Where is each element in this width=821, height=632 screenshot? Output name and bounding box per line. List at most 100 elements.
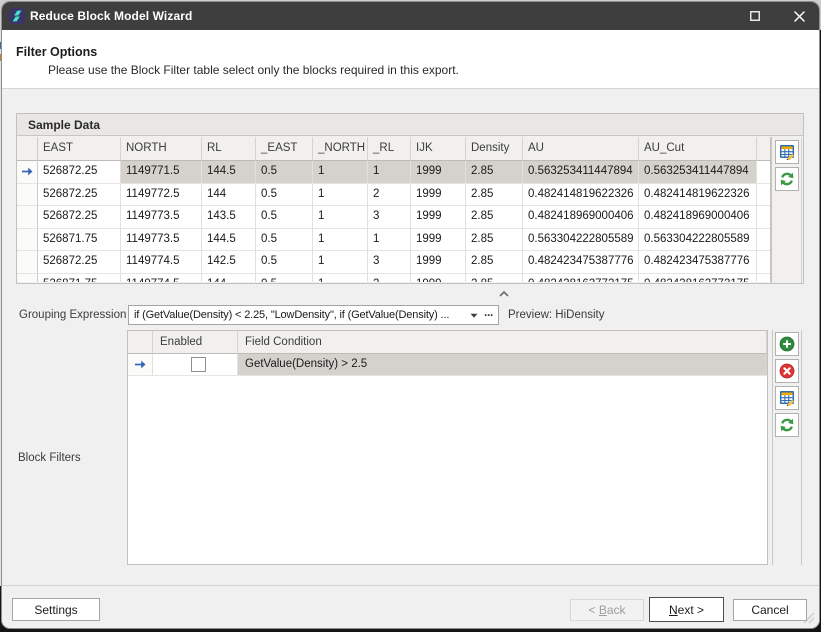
cell-AU_Cut[interactable]: 0.563304222805589 [639, 229, 757, 252]
column-header-IJK[interactable]: IJK [411, 137, 466, 161]
column-header-_NORTH[interactable]: _NORTH [313, 137, 368, 161]
column-header-AU_Cut[interactable]: AU_Cut [639, 137, 757, 161]
next-button[interactable]: Next > [649, 597, 724, 622]
cell-EAST[interactable]: 526872.25 [38, 206, 121, 229]
cell-IJK[interactable]: 1999 [411, 206, 466, 229]
cell-field-condition[interactable]: GetValue(Density) > 2.5 [238, 354, 767, 376]
cell-_EAST[interactable]: 0.5 [256, 206, 313, 229]
cell-Density[interactable]: 2.85 [466, 184, 523, 207]
cell-RL[interactable]: 144 [202, 184, 256, 207]
cell-_RL[interactable]: 2 [368, 274, 411, 283]
cell-EAST[interactable]: 526872.25 [38, 251, 121, 274]
cell-_RL[interactable]: 3 [368, 206, 411, 229]
cell-_RL[interactable]: 3 [368, 251, 411, 274]
cell-_NORTH[interactable]: 1 [313, 229, 368, 252]
cell-NORTH[interactable]: 1149773.5 [121, 229, 202, 252]
cell-_NORTH[interactable]: 1 [313, 184, 368, 207]
cell-IJK[interactable]: 1999 [411, 251, 466, 274]
block-filters-table[interactable]: EnabledField ConditionGetValue(Density) … [127, 330, 768, 565]
cell-AU[interactable]: 0.563253411447894 [523, 161, 639, 184]
cell-RL[interactable]: 144.5 [202, 229, 256, 252]
cell-NORTH[interactable]: 1149774.5 [121, 274, 202, 283]
dropdown-button[interactable] [466, 306, 482, 324]
sample-grid-row[interactable]: 526872.251149771.5144.50.51119992.850.56… [17, 161, 770, 184]
column-header-EAST[interactable]: EAST [38, 137, 121, 161]
cell-_EAST[interactable]: 0.5 [256, 251, 313, 274]
cancel-button[interactable]: Cancel [733, 599, 807, 621]
cell-Density[interactable]: 2.85 [466, 251, 523, 274]
sample-grid-row[interactable]: 526872.251149774.5142.50.51319992.850.48… [17, 251, 770, 274]
back-button[interactable]: < Back [570, 599, 644, 621]
refresh-button[interactable] [775, 167, 799, 191]
sample-grid-row[interactable]: 526871.751149773.5144.50.51119992.850.56… [17, 229, 770, 252]
cell-_EAST[interactable]: 0.5 [256, 274, 313, 283]
cell-_NORTH[interactable]: 1 [313, 251, 368, 274]
grouping-expression-input[interactable]: if (GetValue(Density) < 2.25, "LowDensit… [128, 305, 499, 325]
cell-Density[interactable]: 2.85 [466, 229, 523, 252]
cell-RL[interactable]: 142.5 [202, 251, 256, 274]
cell-_RL[interactable]: 1 [368, 161, 411, 184]
cell-NORTH[interactable]: 1149771.5 [121, 161, 202, 184]
expression-editor-button[interactable]: ··· [482, 306, 497, 324]
title-bar[interactable]: Reduce Block Model Wizard [2, 2, 819, 30]
sample-grid-row[interactable]: 526872.251149773.5143.50.51319992.850.48… [17, 206, 770, 229]
cell-AU[interactable]: 0.482414819622326 [523, 184, 639, 207]
cell-RL[interactable]: 144.5 [202, 161, 256, 184]
customize-columns-button[interactable] [775, 140, 799, 164]
cell-NORTH[interactable]: 1149773.5 [121, 206, 202, 229]
cell-NORTH[interactable]: 1149772.5 [121, 184, 202, 207]
cell-IJK[interactable]: 1999 [411, 229, 466, 252]
cell-AU[interactable]: 0.563304222805589 [523, 229, 639, 252]
cell-RL[interactable]: 144 [202, 274, 256, 283]
column-header-NORTH[interactable]: NORTH [121, 137, 202, 161]
sample-grid-row[interactable]: 526872.251149772.51440.51219992.850.4824… [17, 184, 770, 207]
cell-AU_Cut[interactable]: 0.482414819622326 [639, 184, 757, 207]
cell-_NORTH[interactable]: 1 [313, 206, 368, 229]
grouping-expression-value[interactable]: if (GetValue(Density) < 2.25, "LowDensit… [134, 307, 452, 323]
cell-IJK[interactable]: 1999 [411, 274, 466, 283]
close-button[interactable] [782, 2, 816, 30]
cell-enabled[interactable] [153, 354, 238, 376]
cell-AU[interactable]: 0.482423475387776 [523, 251, 639, 274]
cell-Density[interactable]: 2.85 [466, 161, 523, 184]
add-filter-button[interactable] [775, 332, 799, 356]
block-filter-row[interactable]: GetValue(Density) > 2.5 [128, 354, 767, 376]
customize-columns-button[interactable] [775, 386, 799, 410]
column-header-RL[interactable]: RL [202, 137, 256, 161]
cell-EAST[interactable]: 526872.25 [38, 161, 121, 184]
column-header-_RL[interactable]: _RL [368, 137, 411, 161]
splitter-handle[interactable] [494, 286, 514, 296]
column-header-_EAST[interactable]: _EAST [256, 137, 313, 161]
column-header-Density[interactable]: Density [466, 137, 523, 161]
cell-AU[interactable]: 0.482418969000406 [523, 206, 639, 229]
sample-data-grid[interactable]: EASTNORTHRL_EAST_NORTH_RLIJKDensityAUAU_… [17, 137, 771, 282]
cell-RL[interactable]: 143.5 [202, 206, 256, 229]
column-header-enabled[interactable]: Enabled [153, 331, 238, 354]
cell-_RL[interactable]: 1 [368, 229, 411, 252]
cell-_EAST[interactable]: 0.5 [256, 229, 313, 252]
column-header-AU[interactable]: AU [523, 137, 639, 161]
cell-_EAST[interactable]: 0.5 [256, 184, 313, 207]
cell-_NORTH[interactable]: 1 [313, 161, 368, 184]
maximize-button[interactable] [738, 2, 772, 30]
enabled-checkbox[interactable] [191, 357, 206, 372]
settings-button[interactable]: Settings [12, 598, 100, 621]
cell-AU_Cut[interactable]: 0.482418969000406 [639, 206, 757, 229]
cell-AU[interactable]: 0.482428162772175 [523, 274, 639, 283]
cell-_EAST[interactable]: 0.5 [256, 161, 313, 184]
cell-AU_Cut[interactable]: 0.482423475387776 [639, 251, 757, 274]
column-header-field-condition[interactable]: Field Condition [238, 331, 767, 354]
cell-EAST[interactable]: 526872.25 [38, 184, 121, 207]
cell-EAST[interactable]: 526871.75 [38, 229, 121, 252]
cell-NORTH[interactable]: 1149774.5 [121, 251, 202, 274]
sample-grid-row[interactable]: 526871.751149774.51440.51219992.850.4824… [17, 274, 770, 283]
cell-_RL[interactable]: 2 [368, 184, 411, 207]
cell-AU_Cut[interactable]: 0.563253411447894 [639, 161, 757, 184]
refresh-button[interactable] [775, 413, 799, 437]
resize-grip[interactable] [803, 612, 815, 624]
cell-IJK[interactable]: 1999 [411, 184, 466, 207]
cell-Density[interactable]: 2.85 [466, 274, 523, 283]
delete-filter-button[interactable] [775, 359, 799, 383]
cell-Density[interactable]: 2.85 [466, 206, 523, 229]
cell-EAST[interactable]: 526871.75 [38, 274, 121, 283]
